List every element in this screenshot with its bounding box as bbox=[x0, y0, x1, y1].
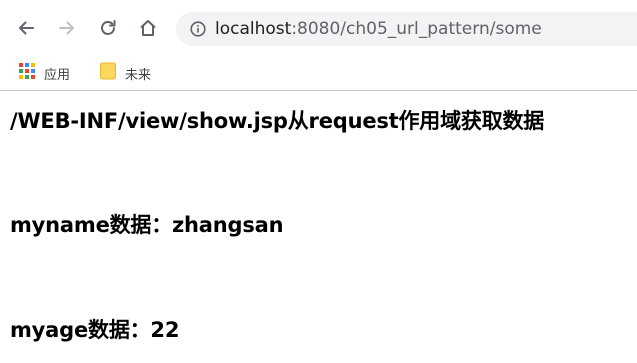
info-icon[interactable] bbox=[190, 21, 206, 37]
page-title: /WEB-INF/view/show.jsp从request作用域获取数据 bbox=[10, 109, 545, 133]
forward-button[interactable] bbox=[53, 14, 81, 42]
back-button[interactable] bbox=[12, 14, 40, 42]
page-content: /WEB-INF/view/show.jsp从request作用域获取数据 my… bbox=[0, 91, 637, 363]
browser-toolbar: localhost:8080/ch05_url_pattern/some bbox=[0, 0, 637, 56]
home-button[interactable] bbox=[134, 14, 162, 42]
apps-grid-icon bbox=[19, 62, 35, 84]
myage-line: myage数据：22 bbox=[10, 318, 180, 342]
url-path: :8080/ch05_url_pattern/some bbox=[291, 19, 542, 39]
home-icon bbox=[138, 18, 158, 38]
url-host: localhost bbox=[215, 19, 292, 39]
bookmark-apps[interactable]: 应用 bbox=[19, 61, 70, 85]
forward-arrow-icon bbox=[57, 18, 77, 38]
folder-icon bbox=[100, 62, 116, 85]
back-arrow-icon bbox=[16, 18, 36, 38]
url-text[interactable]: localhost:8080/ch05_url_pattern/some bbox=[215, 19, 542, 39]
bookmark-folder-label: 未来 bbox=[125, 67, 152, 83]
address-bar[interactable]: localhost:8080/ch05_url_pattern/some bbox=[176, 12, 637, 46]
reload-button[interactable] bbox=[94, 14, 122, 42]
bookmark-folder-future[interactable]: 未来 bbox=[100, 61, 151, 85]
bookmarks-bar: 应用 未来 bbox=[0, 56, 637, 91]
reload-icon bbox=[98, 18, 118, 38]
myname-line: myname数据：zhangsan bbox=[10, 213, 284, 237]
bookmark-apps-label: 应用 bbox=[44, 67, 71, 83]
